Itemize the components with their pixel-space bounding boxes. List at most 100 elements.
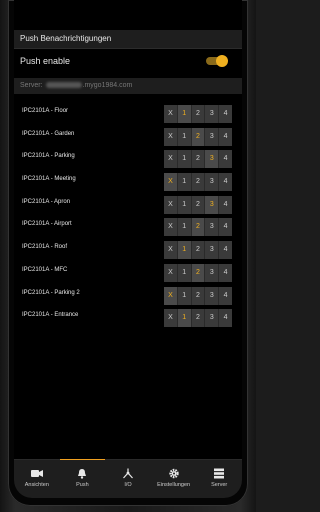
priority-option-1[interactable]: 1 bbox=[178, 195, 192, 214]
nav-item-server[interactable]: Server bbox=[196, 460, 242, 498]
priority-option-3[interactable]: 3 bbox=[205, 241, 220, 260]
nav-label: Server bbox=[211, 482, 228, 488]
priority-option-4[interactable]: 4 bbox=[219, 128, 232, 146]
priority-option-1[interactable]: 1 bbox=[177, 309, 192, 328]
priority-option-4[interactable]: 4 bbox=[219, 287, 232, 305]
priority-option-2[interactable]: 2 bbox=[192, 173, 206, 192]
priority-option-3[interactable]: 3 bbox=[205, 286, 220, 305]
priority-option-off[interactable]: X bbox=[164, 105, 178, 123]
nav-label: Einstellungen bbox=[157, 482, 191, 488]
camera-row: IPC2101A - Entrance X 1 2 3 4 bbox=[14, 307, 242, 330]
priority-option-2[interactable]: 2 bbox=[192, 286, 206, 305]
priority-option-4[interactable]: 4 bbox=[219, 105, 232, 123]
priority-option-2[interactable]: 2 bbox=[192, 150, 206, 169]
camera-label: IPC2101A - Parking 2 bbox=[22, 289, 80, 296]
redacted-hostname bbox=[45, 82, 82, 89]
priority-option-off[interactable]: X bbox=[164, 127, 178, 146]
gear-icon bbox=[151, 468, 197, 479]
bottom-navigation: Ansichten Push I/O Einstellungen Server bbox=[14, 459, 242, 498]
camera-label: IPC2101A - Floor bbox=[22, 108, 69, 114]
priority-option-3[interactable]: 3 bbox=[205, 173, 220, 192]
priority-option-3[interactable]: 3 bbox=[205, 105, 220, 123]
priority-option-1[interactable]: 1 bbox=[178, 127, 192, 146]
priority-option-2[interactable]: 2 bbox=[191, 218, 206, 237]
camera-row: IPC2101A - Roof X 1 2 3 4 bbox=[14, 239, 242, 262]
nav-label: Ansichten bbox=[24, 482, 49, 488]
priority-option-2[interactable]: 2 bbox=[192, 309, 206, 328]
priority-option-2[interactable]: 2 bbox=[192, 105, 206, 123]
push-enable-label: Push enable bbox=[20, 56, 71, 66]
priority-selector: X1234 bbox=[164, 127, 232, 146]
page-title: Push Benachrichtigungen bbox=[20, 34, 112, 43]
app-screen: Push Benachrichtigungen Push enable Serv… bbox=[14, 0, 242, 498]
priority-selector: X1234 bbox=[164, 241, 232, 260]
priority-option-2[interactable]: 2 bbox=[192, 195, 206, 214]
priority-option-off[interactable]: X bbox=[164, 150, 178, 169]
camera-row: IPC2101A - Parking 2 X1234 bbox=[14, 285, 242, 308]
priority-option-3[interactable]: 3 bbox=[205, 150, 220, 169]
priority-option-4[interactable]: 4 bbox=[219, 241, 232, 259]
priority-option-4[interactable]: 4 bbox=[219, 264, 232, 282]
priority-selector: X1234 bbox=[164, 173, 232, 192]
priority-selector: X1234 bbox=[164, 150, 232, 169]
priority-option-3[interactable]: 3 bbox=[205, 127, 220, 146]
camera-row: IPC2101A - Apron X 1 2 3 4 bbox=[14, 194, 242, 217]
priority-option-1[interactable]: 1 bbox=[178, 263, 192, 282]
camera-label: IPC2101A - Apron bbox=[22, 198, 71, 205]
priority-selector: X1234 bbox=[164, 309, 232, 328]
server-icon bbox=[196, 468, 242, 479]
push-enable-toggle[interactable] bbox=[206, 55, 228, 67]
priority-selector: X1234 bbox=[164, 218, 232, 237]
server-prefix: Server: bbox=[20, 82, 45, 89]
camera-list: IPC2101A - Floor X 1 2 3 4 IPC2101A - Garden X 1… bbox=[14, 103, 242, 330]
priority-option-2[interactable]: 2 bbox=[191, 127, 206, 146]
nav-item-einstellungen[interactable]: Einstellungen bbox=[151, 460, 197, 498]
priority-option-4[interactable]: 4 bbox=[219, 173, 232, 191]
camera-label: IPC2101A - Entrance bbox=[22, 312, 79, 319]
camera-label: IPC2101A - Airport bbox=[22, 221, 72, 228]
server-text: Server: .mygo1984.com bbox=[20, 82, 132, 89]
server-suffix: .mygo1984.com bbox=[82, 82, 133, 89]
section-header: Push Benachrichtigungen bbox=[14, 30, 242, 49]
priority-option-1[interactable]: 1 bbox=[178, 150, 192, 169]
camera-icon bbox=[14, 468, 60, 479]
priority-option-1[interactable]: 1 bbox=[178, 286, 192, 305]
camera-label: IPC2101A - Roof bbox=[22, 244, 68, 251]
priority-option-3[interactable]: 3 bbox=[205, 309, 220, 328]
nav-item-push[interactable]: Push bbox=[59, 459, 106, 498]
priority-option-4[interactable]: 4 bbox=[219, 218, 232, 236]
priority-option-off[interactable]: X bbox=[164, 263, 178, 282]
priority-option-off[interactable]: X bbox=[164, 218, 178, 237]
priority-option-4[interactable]: 4 bbox=[219, 196, 232, 214]
priority-option-off[interactable]: X bbox=[164, 195, 178, 214]
camera-row: IPC2101A - Garden X 1 2 3 4 bbox=[14, 126, 242, 149]
priority-option-1[interactable]: 1 bbox=[177, 105, 192, 123]
priority-option-off[interactable]: X bbox=[164, 309, 178, 328]
priority-option-off[interactable]: X bbox=[164, 241, 178, 260]
priority-option-off[interactable]: X bbox=[164, 286, 178, 305]
priority-option-3[interactable]: 3 bbox=[205, 263, 220, 282]
priority-option-1[interactable]: 1 bbox=[178, 173, 192, 192]
priority-option-2[interactable]: 2 bbox=[192, 241, 206, 260]
priority-option-3[interactable]: 3 bbox=[205, 195, 220, 214]
camera-row: IPC2101A - MFC X 1 2 3 4 bbox=[14, 262, 242, 285]
nav-item-ansichten[interactable]: Ansichten bbox=[14, 460, 60, 498]
bell-icon bbox=[60, 468, 106, 479]
priority-selector: X1234 bbox=[164, 105, 232, 123]
camera-row: IPC2101A - Parking X 1 2 3 4 bbox=[14, 148, 242, 171]
camera-label: IPC2101A - Parking bbox=[22, 153, 75, 160]
push-enable-row: Push enable bbox=[14, 50, 242, 74]
priority-option-4[interactable]: 4 bbox=[219, 150, 232, 168]
priority-option-1[interactable]: 1 bbox=[178, 218, 192, 237]
priority-option-off[interactable]: X bbox=[164, 173, 178, 192]
priority-option-2[interactable]: 2 bbox=[191, 263, 206, 282]
nav-item-i-o[interactable]: I/O bbox=[105, 460, 151, 498]
io-icon bbox=[105, 468, 151, 479]
priority-option-1[interactable]: 1 bbox=[177, 241, 192, 260]
priority-option-3[interactable]: 3 bbox=[205, 218, 220, 237]
priority-selector: X1234 bbox=[164, 286, 232, 305]
camera-row: IPC2101A - Airport X 1 2 3 4 bbox=[14, 216, 242, 239]
camera-row: IPC2101A - Floor X 1 2 3 4 bbox=[14, 103, 242, 126]
camera-label: IPC2101A - Garden bbox=[22, 130, 75, 137]
priority-option-4[interactable]: 4 bbox=[219, 309, 232, 327]
